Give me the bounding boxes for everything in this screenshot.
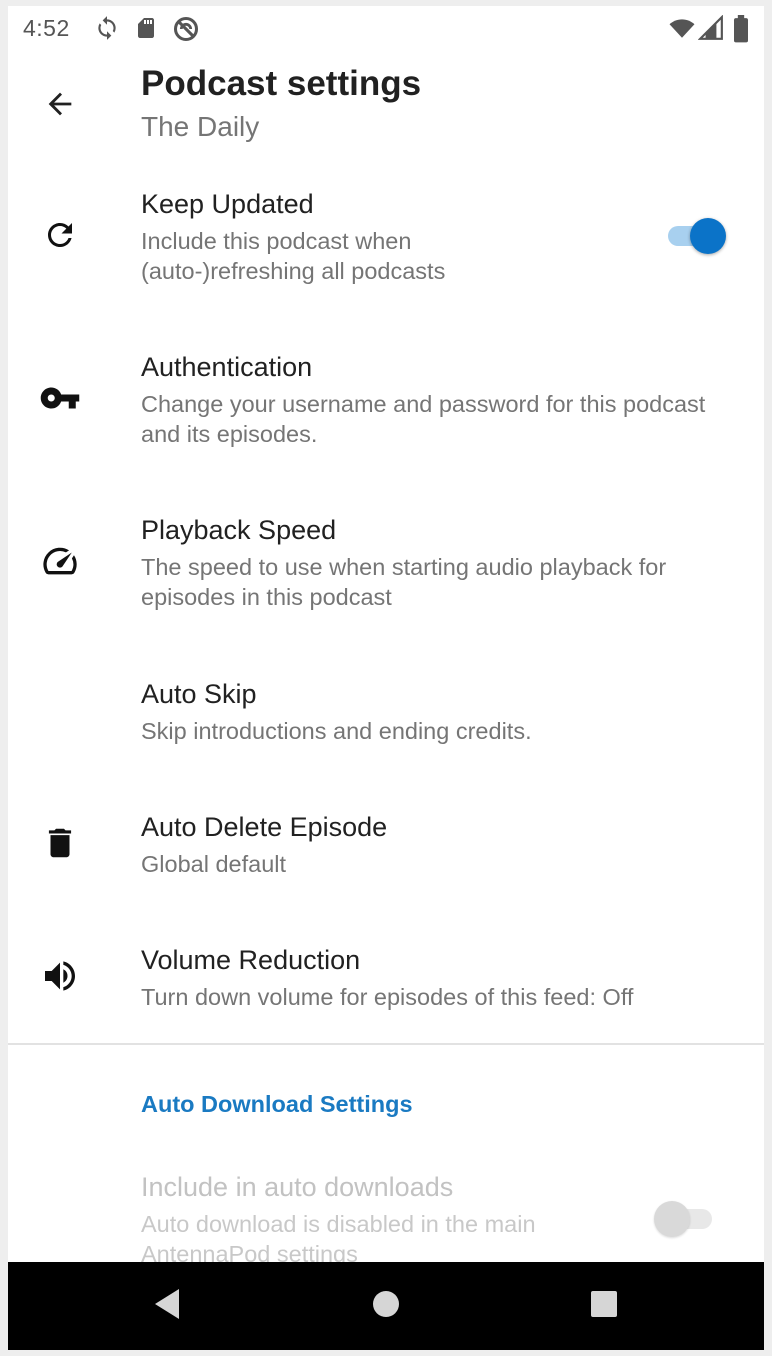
status-bar: 4:52	[8, 6, 764, 50]
do-not-disturb-icon	[172, 15, 200, 48]
sd-card-icon	[134, 15, 158, 46]
screen: 4:52 Podcast settings The Daily Keep Upd…	[8, 6, 764, 1262]
nav-back-button[interactable]	[144, 1284, 188, 1328]
pref-summary: Auto download is disabled in the main An…	[141, 1211, 536, 1262]
pref-title: Keep Updated	[141, 189, 314, 219]
arrow-back-icon	[43, 87, 77, 126]
switch-thumb	[654, 1201, 690, 1237]
nav-home-icon	[371, 1289, 401, 1324]
pref-summary: The speed to use when starting audio pla…	[141, 554, 667, 610]
pref-title: Authentication	[141, 352, 313, 382]
pref-keep-updated[interactable]: Keep Updated Include this podcast when (…	[8, 166, 764, 316]
nav-recents-icon	[589, 1289, 619, 1324]
pref-title: Playback Speed	[141, 515, 337, 545]
nav-recents-button[interactable]	[582, 1284, 626, 1328]
refresh-icon	[36, 211, 84, 259]
back-button[interactable]	[36, 82, 84, 130]
key-icon	[36, 374, 84, 422]
auto-download-category-header: Auto Download Settings	[141, 1091, 413, 1117]
trash-icon	[36, 819, 84, 867]
pref-title: Volume Reduction	[141, 945, 361, 975]
keep-updated-switch[interactable]	[664, 215, 726, 255]
switch-thumb	[690, 218, 726, 254]
pref-title: Auto Delete Episode	[141, 812, 388, 842]
section-divider	[8, 1043, 764, 1045]
pref-title: Include in auto downloads	[141, 1172, 454, 1202]
pref-summary: Turn down volume for episodes of this fe…	[141, 984, 634, 1010]
pref-title: Auto Skip	[141, 679, 257, 709]
sync-icon	[94, 15, 120, 46]
status-time: 4:52	[23, 15, 70, 41]
pref-summary: Change your username and password for th…	[141, 391, 706, 447]
pref-playback-speed[interactable]: Playback Speed The speed to use when sta…	[8, 492, 764, 642]
pref-volume-reduction[interactable]: Volume Reduction Turn down volume for ep…	[8, 922, 764, 1037]
pref-summary: Global default	[141, 851, 287, 877]
page-subtitle: The Daily	[141, 111, 260, 142]
wifi-icon	[668, 15, 696, 46]
nav-home-button[interactable]	[364, 1284, 408, 1328]
battery-icon	[732, 15, 750, 48]
speedometer-icon	[36, 537, 84, 585]
pref-include-auto-downloads[interactable]: Include in auto downloads Auto download …	[8, 1149, 764, 1262]
cell-signal-icon	[697, 14, 724, 46]
include-auto-downloads-switch[interactable]	[654, 1198, 716, 1238]
volume-icon	[36, 952, 84, 1000]
pref-auto-delete-episode[interactable]: Auto Delete Episode Global default	[8, 789, 764, 904]
pref-summary: Include this podcast when (auto-)refresh…	[141, 228, 446, 284]
system-nav-bar	[8, 1262, 764, 1350]
nav-back-icon	[151, 1287, 181, 1326]
pref-summary: Skip introductions and ending credits.	[141, 718, 532, 744]
pref-authentication[interactable]: Authentication Change your username and …	[8, 329, 764, 479]
page-title: Podcast settings	[141, 64, 422, 103]
pref-auto-skip[interactable]: Auto Skip Skip introductions and ending …	[8, 656, 764, 771]
